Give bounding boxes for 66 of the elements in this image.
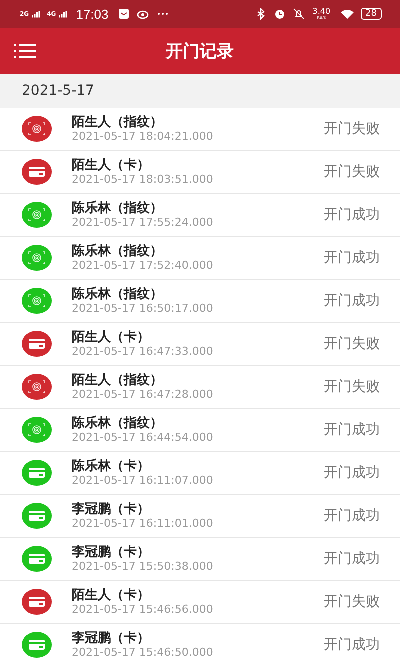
record-row[interactable]: 陌生人（卡） 2021-05-17 15:46:56.000 开门失败 (0, 581, 400, 624)
record-name: 陈乐林（指纹） (72, 416, 164, 432)
message-icon (118, 8, 130, 20)
record-row[interactable]: 陌生人（卡） 2021-05-17 18:03:51.000 开门失败 (0, 151, 400, 194)
page-title: 开门记录 (166, 40, 234, 62)
record-row[interactable]: 李冠鹏（卡） 2021-05-17 15:50:38.000 开门成功 (0, 538, 400, 581)
record-row[interactable]: 李冠鹏（卡） 2021-05-17 15:46:50.000 开门成功 (0, 624, 400, 666)
signal-icon (59, 10, 68, 18)
record-time: 2021-05-17 17:55:24.000 (72, 216, 214, 230)
record-time: 2021-05-17 18:03:51.000 (72, 173, 214, 186)
record-row[interactable]: 陈乐林（指纹） 2021-05-17 16:50:17.000 开门成功 (0, 280, 400, 323)
record-result: 开门失败 (324, 163, 380, 181)
record-name: 陈乐林（指纹） (72, 244, 164, 260)
record-result: 开门成功 (324, 421, 380, 439)
record-time: 2021-05-17 16:50:17.000 (72, 302, 214, 316)
record-name: 陌生人（卡） (72, 330, 151, 346)
battery-indicator: 28 (360, 8, 382, 20)
record-result: 开门成功 (324, 249, 380, 267)
record-name: 陈乐林（指纹） (72, 286, 164, 302)
eye-icon (136, 8, 149, 20)
record-result: 开门成功 (324, 507, 380, 525)
record-result: 开门失败 (324, 378, 380, 396)
record-result: 开门成功 (324, 464, 380, 482)
record-time: 2021-05-17 16:47:28.000 (72, 388, 214, 402)
record-name: 陌生人（卡） (72, 158, 151, 174)
record-name: 陌生人（指纹） (72, 372, 164, 388)
record-time: 2021-05-17 15:50:38.000 (72, 560, 214, 574)
record-time: 2021-05-17 16:11:07.000 (72, 474, 214, 488)
record-name: 陌生人（指纹） (72, 114, 164, 130)
record-result: 开门成功 (324, 206, 380, 224)
record-result: 开门失败 (324, 120, 380, 138)
record-time: 2021-05-17 18:04:21.000 (72, 130, 214, 144)
record-row[interactable]: 陈乐林（指纹） 2021-05-17 16:44:54.000 开门成功 (0, 409, 400, 452)
record-name: 李冠鹏（卡） (72, 630, 151, 646)
status-time: 17:03 (76, 6, 109, 22)
alarm-icon (274, 8, 286, 20)
record-time: 2021-05-17 17:52:40.000 (72, 259, 214, 272)
record-time: 2021-05-17 15:46:56.000 (72, 603, 214, 616)
record-result: 开门成功 (324, 636, 380, 654)
record-row[interactable]: 李冠鹏（卡） 2021-05-17 16:11:01.000 开门成功 (0, 495, 400, 538)
record-name: 陈乐林（卡） (72, 458, 151, 474)
record-row[interactable]: 陈乐林（指纹） 2021-05-17 17:55:24.000 开门成功 (0, 194, 400, 237)
record-name: 李冠鹏（卡） (72, 544, 151, 560)
record-time: 2021-05-17 16:44:54.000 (72, 431, 214, 444)
record-result: 开门成功 (324, 292, 380, 310)
record-name: 李冠鹏（卡） (72, 502, 151, 518)
record-row[interactable]: 陌生人（卡） 2021-05-17 16:47:33.000 开门失败 (0, 323, 400, 366)
record-result: 开门成功 (324, 550, 380, 568)
mute-icon (292, 8, 305, 20)
record-row[interactable]: 陈乐林（指纹） 2021-05-17 17:52:40.000 开门成功 (0, 237, 400, 280)
record-row[interactable]: 陌生人（指纹） 2021-05-17 16:47:28.000 开门失败 (0, 366, 400, 409)
record-time: 2021-05-17 16:11:01.000 (72, 517, 214, 530)
record-result: 开门失败 (324, 593, 380, 611)
date-header: 2021-5-17 (0, 74, 400, 108)
network-speed: 3.40 (312, 8, 331, 16)
record-row[interactable]: 陈乐林（卡） 2021-05-17 16:11:07.000 开门成功 (0, 452, 400, 495)
record-name: 陌生人（卡） (72, 588, 151, 604)
more-icon (156, 12, 169, 16)
signal-icon (32, 10, 42, 18)
record-row[interactable]: 陌生人（指纹） 2021-05-17 18:04:21.000 开门失败 (0, 108, 400, 151)
record-result: 开门失败 (324, 335, 380, 353)
record-name: 陈乐林（指纹） (72, 200, 164, 216)
wifi-icon (340, 8, 355, 20)
record-time: 2021-05-17 16:47:33.000 (72, 345, 214, 358)
menu-icon[interactable] (14, 43, 36, 59)
record-time: 2021-05-17 15:46:50.000 (72, 646, 214, 660)
